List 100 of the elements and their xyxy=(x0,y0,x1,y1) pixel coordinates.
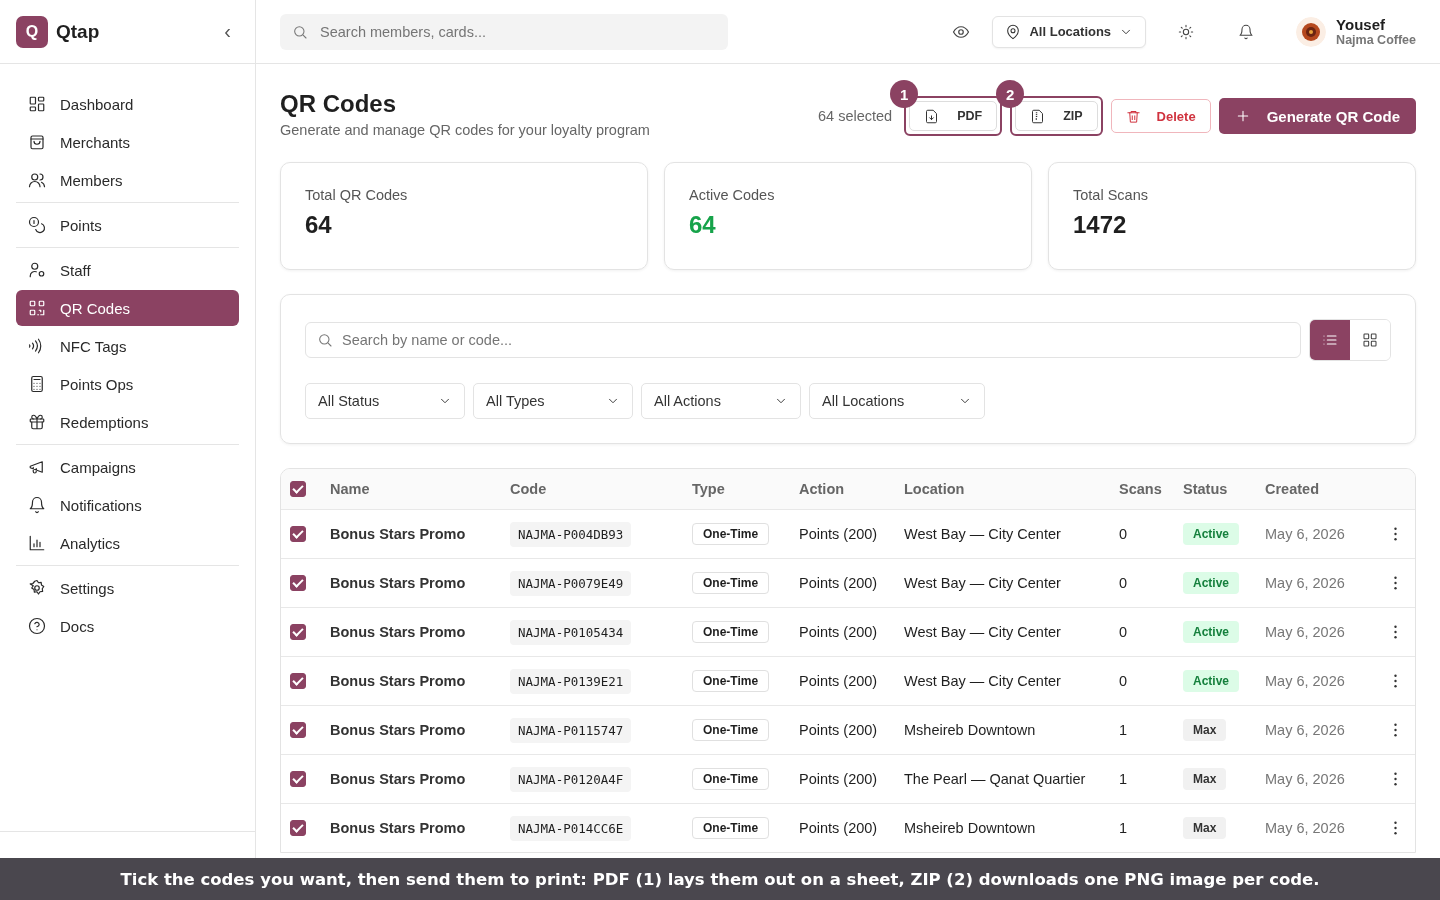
created-cell-text: May 6, 2026 xyxy=(1265,771,1346,787)
row-checkbox[interactable] xyxy=(290,820,306,836)
view-toggle[interactable] xyxy=(1310,320,1350,360)
name-cell-text: Bonus Stars Promo xyxy=(330,820,467,836)
type-tag: One-Time xyxy=(692,523,770,545)
qr-icon xyxy=(28,299,46,317)
stat-value: 1472 xyxy=(1073,211,1128,239)
help-icon xyxy=(28,617,46,635)
location-cell-text: The Pearl — Qanat Quartier xyxy=(904,771,1087,787)
sidebar-item[interactable]: Points xyxy=(16,207,239,243)
more-button[interactable] xyxy=(1392,574,1399,592)
name-cell-text: Bonus Stars Promo xyxy=(330,673,467,689)
stat-label: Active Codes xyxy=(689,187,776,203)
sidebar-item[interactable]: Staff xyxy=(16,252,239,288)
sidebar-item[interactable]: Analytics xyxy=(16,525,239,561)
export-button[interactable]: PDF xyxy=(909,101,998,131)
sidebar-item[interactable]: Points Ops xyxy=(16,366,239,402)
location-cell-text: West Bay — City Center xyxy=(904,673,1062,689)
more-button[interactable] xyxy=(1392,672,1399,690)
row-checkbox[interactable] xyxy=(290,722,306,738)
created-cell-text: May 6, 2026 xyxy=(1265,624,1346,640)
stat-label: Total QR Codes xyxy=(305,187,409,203)
bar-chart-icon xyxy=(28,534,46,552)
filter-dropdown[interactable]: All Locations xyxy=(809,383,985,419)
stat-value: 64 xyxy=(689,211,717,239)
column-header: Location xyxy=(904,481,966,497)
row-checkbox[interactable] xyxy=(290,526,306,542)
row-checkbox[interactable] xyxy=(290,624,306,640)
sidebar-item[interactable]: Redemptions xyxy=(16,404,239,440)
code-cell: NAJMA-P0139E21 xyxy=(510,668,632,694)
select-all-checkbox[interactable] xyxy=(290,481,306,497)
created-cell-text: May 6, 2026 xyxy=(1265,722,1346,738)
row-checkbox[interactable] xyxy=(290,575,306,591)
column-header: Action xyxy=(799,481,846,497)
generate-button[interactable]: Generate QR Code xyxy=(1218,98,1416,134)
bell-icon xyxy=(1238,23,1255,40)
more-button[interactable] xyxy=(1392,721,1399,739)
filter-dropdown[interactable]: All Types xyxy=(473,383,633,419)
sidebar-item[interactable]: Docs xyxy=(16,608,239,644)
column-header: Status xyxy=(1183,481,1229,497)
row-checkbox[interactable] xyxy=(290,673,306,689)
stat-label: Total Scans xyxy=(1073,187,1149,203)
code-cell: NAJMA-P0079E49 xyxy=(510,570,632,596)
bag-icon xyxy=(28,133,46,151)
column-header: Scans xyxy=(1119,481,1163,497)
filter-dropdown[interactable]: All Actions xyxy=(641,383,801,419)
action-cell-text: Points (200) xyxy=(799,673,879,689)
action-cell-text: Points (200) xyxy=(799,771,879,787)
row-checkbox[interactable] xyxy=(290,771,306,787)
sidebar-item[interactable]: Merchants xyxy=(16,124,239,160)
delete-button[interactable]: Delete xyxy=(1110,99,1211,133)
sidebar-item[interactable]: Campaigns xyxy=(16,449,239,485)
action-cell-text: Points (200) xyxy=(799,820,879,836)
column-header: Created xyxy=(1265,481,1320,497)
file-download-icon xyxy=(924,108,940,124)
scans-cell-text: 0 xyxy=(1119,624,1129,640)
scans-cell-text: 1 xyxy=(1119,722,1129,738)
megaphone-icon xyxy=(28,458,46,476)
sidebar-item[interactable]: Members xyxy=(16,162,239,198)
collapse-button[interactable]: ‹ xyxy=(216,20,239,43)
action-cell-text: Points (200) xyxy=(799,722,879,738)
scans-cell-text: 0 xyxy=(1119,673,1129,689)
column-header: Type xyxy=(692,481,726,497)
sidebar-item[interactable]: Settings xyxy=(16,570,239,606)
sidebar-item[interactable]: NFC Tags xyxy=(16,328,239,364)
location-cell-text: Msheireb Downtown xyxy=(904,722,1037,738)
callout-number: 1 xyxy=(890,80,919,108)
type-tag: One-Time xyxy=(692,670,770,692)
more-button[interactable] xyxy=(1392,770,1399,788)
more-button[interactable] xyxy=(1392,623,1399,641)
app-name: Qtap xyxy=(56,20,101,43)
app-logo: Q xyxy=(16,15,48,48)
export-button[interactable]: ZIP xyxy=(1015,101,1098,131)
avatar[interactable] xyxy=(1296,16,1327,47)
sidebar-item[interactable]: Notifications xyxy=(16,487,239,523)
sidebar-item[interactable]: Dashboard xyxy=(16,86,239,122)
selected-count: 64 selected xyxy=(817,108,893,124)
filter-dropdown[interactable]: All Status xyxy=(305,383,465,419)
status-badge: Max xyxy=(1183,817,1227,839)
bell-icon xyxy=(28,496,46,514)
location-select[interactable]: All Locations xyxy=(992,15,1147,48)
search-field[interactable]: Search by name or code... xyxy=(305,322,1301,358)
status-badge: Active xyxy=(1183,572,1240,594)
location-cell-text: West Bay — City Center xyxy=(904,624,1062,640)
type-tag: One-Time xyxy=(692,817,770,839)
grid-icon xyxy=(28,95,46,113)
name-cell-text: Bonus Stars Promo xyxy=(330,526,467,542)
search-field[interactable]: Search members, cards... xyxy=(280,13,728,50)
more-button[interactable] xyxy=(1392,819,1399,837)
type-tag: One-Time xyxy=(692,719,770,741)
name-cell-text: Bonus Stars Promo xyxy=(330,624,467,640)
gift-icon xyxy=(28,413,46,431)
code-cell: NAJMA-P0120A4F xyxy=(510,766,632,792)
column-header: Code xyxy=(510,481,548,497)
zip-file-icon xyxy=(1030,108,1046,124)
sidebar-item[interactable]: QR Codes xyxy=(16,290,239,326)
code-cell: NAJMA-P014CC6E xyxy=(510,815,632,841)
more-button[interactable] xyxy=(1392,525,1399,543)
type-tag: One-Time xyxy=(692,572,770,594)
created-cell-text: May 6, 2026 xyxy=(1265,575,1346,591)
